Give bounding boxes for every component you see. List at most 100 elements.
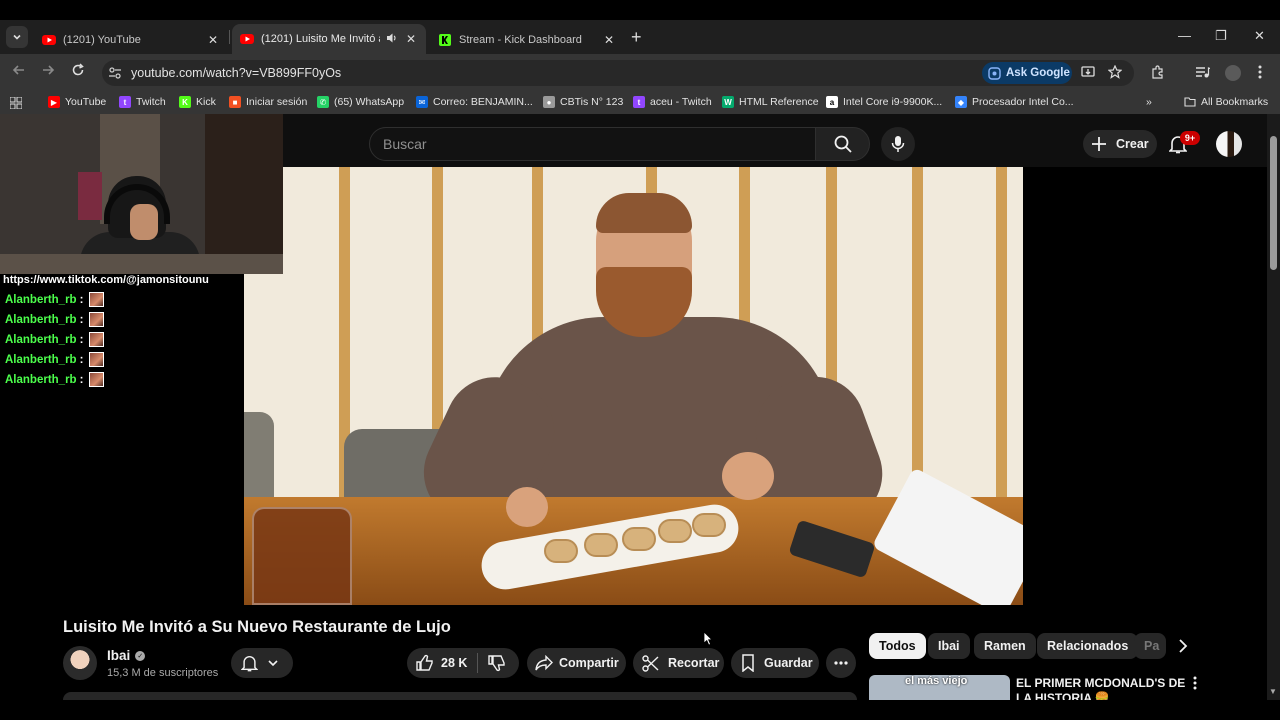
clip-button[interactable]: Recortar [633, 648, 724, 678]
tab-kick-dashboard[interactable]: Stream - Kick Dashboard ✕ [430, 26, 624, 54]
bookmark-item[interactable]: W HTML Reference [722, 96, 819, 108]
bookmark-item[interactable]: K Kick [179, 96, 216, 108]
screen-bottom-strip [0, 700, 1280, 720]
channel-name-row[interactable]: Ibai ✓ [107, 648, 146, 663]
reload-icon[interactable] [71, 63, 85, 81]
chevron-down-icon [268, 660, 278, 667]
extensions-icon[interactable] [1150, 65, 1165, 85]
tab-close-icon[interactable]: ✕ [206, 33, 220, 47]
recommendation-menu-button[interactable] [1193, 676, 1197, 695]
tab-divider [229, 30, 230, 44]
save-button[interactable]: Guardar [731, 648, 819, 678]
url-text[interactable]: youtube.com/watch?v=VB899FF0yOs [131, 66, 341, 80]
twitch-icon: t [119, 96, 131, 108]
bookmark-item[interactable]: ▶ YouTube [48, 96, 106, 108]
video-player[interactable] [244, 167, 1023, 605]
chat-emote-icon [89, 372, 105, 387]
chat-username: Alanberth_rb [5, 333, 77, 346]
chip-todos[interactable]: Todos [869, 633, 926, 659]
dumpling [692, 513, 726, 537]
chat-separator: : [79, 293, 84, 306]
bookmark-label: HTML Reference [739, 96, 819, 108]
chat-separator: : [79, 313, 84, 326]
search-icon [834, 135, 852, 153]
forward-arrow-icon[interactable] [41, 63, 55, 81]
more-actions-button[interactable] [826, 648, 856, 678]
site-settings-icon[interactable] [108, 66, 122, 85]
bookmark-star-icon[interactable] [1107, 64, 1123, 84]
chip-ramen[interactable]: Ramen [974, 633, 1036, 659]
tab-video-active[interactable]: (1201) Luisito Me Invitó a Su ✕ [232, 24, 426, 54]
voice-search-button[interactable] [881, 127, 915, 161]
wood-slat [996, 167, 1007, 497]
bookmark-item[interactable]: ✆ (65) WhatsApp [317, 96, 404, 108]
bookmark-label: aceu - Twitch [650, 96, 712, 108]
chip-relacionados[interactable]: Relacionados [1037, 633, 1139, 659]
bookmarks-overflow-button[interactable]: » [1146, 96, 1152, 108]
mouse-cursor-icon [703, 631, 713, 651]
tab-youtube-home[interactable]: (1201) YouTube ✕ [34, 26, 228, 54]
webcam-background-shelf [205, 114, 283, 274]
ask-google-label: Ask Google [1006, 67, 1070, 79]
channel-name[interactable]: Ibai [107, 648, 130, 663]
webcam-background-poster [78, 172, 102, 220]
minimize-button[interactable]: — [1178, 28, 1191, 43]
outlook-icon: ✉ [416, 96, 428, 108]
search-input[interactable] [369, 127, 816, 161]
all-bookmarks-label: All Bookmarks [1201, 96, 1269, 108]
tab-search-button[interactable] [6, 26, 28, 48]
bookmark-item[interactable]: ✉ Correo: BENJAMIN... [416, 96, 533, 108]
recommendation-thumbnail-text: el más viejo [905, 675, 968, 687]
chips-next-button[interactable] [1176, 637, 1190, 660]
share-button[interactable]: Compartir [527, 648, 626, 678]
account-avatar[interactable] [1216, 131, 1242, 157]
profile-avatar[interactable] [1225, 65, 1241, 81]
bookmark-item[interactable]: ◆ Procesador Intel Co... [955, 96, 1074, 108]
scrollbar-thumb[interactable] [1270, 136, 1277, 270]
search-button[interactable] [815, 127, 870, 161]
dislike-button[interactable] [488, 654, 506, 672]
window-close-button[interactable]: ✕ [1254, 28, 1265, 44]
like-button[interactable]: 28 K [416, 654, 467, 672]
create-button[interactable]: Crear [1083, 130, 1157, 158]
speaker-icon[interactable] [386, 32, 398, 47]
install-app-icon[interactable] [1081, 65, 1095, 84]
bookmark-item[interactable]: a Intel Core i9-9900K... [826, 96, 942, 108]
all-bookmarks-button[interactable]: All Bookmarks [1184, 96, 1268, 108]
kick-icon: K [179, 96, 191, 108]
apps-grid-icon[interactable] [9, 96, 23, 114]
chip-ibai[interactable]: Ibai [928, 633, 970, 659]
back-arrow-icon[interactable] [12, 63, 26, 81]
chat-message: Alanberth_rb: [5, 312, 105, 327]
restore-button[interactable]: ❐ [1215, 28, 1227, 44]
subscribed-notifications-button[interactable] [231, 648, 293, 678]
scissors-icon [642, 654, 659, 672]
microsoft-icon: ■ [229, 96, 241, 108]
chip-partial[interactable]: Pa [1134, 633, 1166, 659]
kick-favicon-icon [438, 33, 452, 47]
scroll-down-arrow-icon[interactable]: ▼ [1269, 687, 1277, 696]
description-box[interactable] [63, 692, 857, 700]
amazon-icon: a [826, 96, 838, 108]
chat-username: Alanberth_rb [5, 353, 77, 366]
chat-message: Alanberth_rb: [5, 372, 105, 387]
channel-avatar[interactable] [63, 646, 97, 680]
new-tab-button[interactable]: + [631, 28, 642, 46]
share-arrow-icon [535, 655, 553, 671]
thumbs-up-icon [416, 654, 433, 671]
tab-close-icon[interactable]: ✕ [404, 32, 418, 46]
ask-google-button[interactable]: Ask Google [982, 62, 1072, 84]
w3-icon: W [722, 96, 734, 108]
bookmark-item[interactable]: ● CBTis N° 123 [543, 96, 623, 108]
youtube-icon: ▶ [48, 96, 60, 108]
clip-label: Recortar [668, 656, 720, 670]
bookmark-item[interactable]: t Twitch [119, 96, 166, 108]
bookmark-item[interactable]: t aceu - Twitch [633, 96, 712, 108]
media-controls-icon[interactable] [1195, 65, 1211, 84]
dumpling [584, 533, 618, 557]
tab-close-icon[interactable]: ✕ [602, 33, 616, 47]
dumpling [658, 519, 692, 543]
youtube-favicon-icon [240, 32, 254, 46]
chrome-menu-icon[interactable] [1258, 65, 1262, 84]
bookmark-item[interactable]: ■ Iniciar sesión [229, 96, 307, 108]
